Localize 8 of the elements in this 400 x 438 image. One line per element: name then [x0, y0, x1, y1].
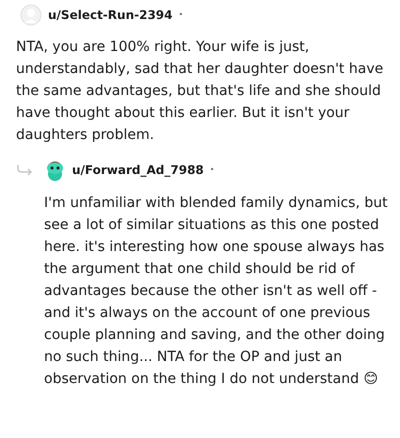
separator: •: [210, 164, 214, 176]
username[interactable]: u/Forward_Ad_7988: [72, 161, 204, 179]
comment-text: NTA, you are 100% right. Your wife is just, understandably, sad that her daughter doesn't have the same advantages, but that's life and she should have thought about this earlier. But it isn't your daughters problem.: [15, 38, 384, 145]
reply-arrow-icon: [16, 164, 34, 176]
avatar-icon: [20, 4, 42, 26]
comment-text: I'm unfamiliar with blended family dynamics, but see a lot of similar situations as this one posted here. it's interesting how one spouse always has the argument that one child should be rid of advantages because the other isn't as well off - and it's always on the account of one previous couple planning and saving, and the other doing no such thing... NTA for the OP and just an observation on the thing I do not understand 😊: [43, 194, 389, 389]
separator: •: [178, 9, 184, 21]
username[interactable]: u/Select-Run-2394: [48, 6, 172, 24]
